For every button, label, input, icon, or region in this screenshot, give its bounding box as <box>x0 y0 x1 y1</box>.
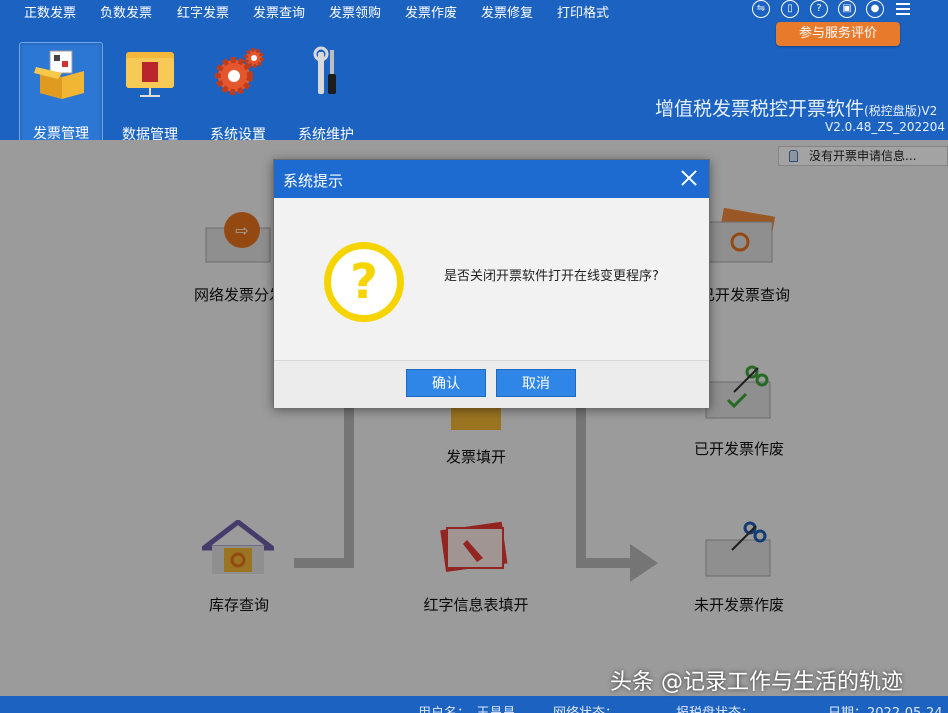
status-network: 网络状态： <box>553 702 618 713</box>
tool-invoice-management[interactable]: 发票管理 <box>19 42 103 148</box>
app-title: 增值税发票税控开票软件(税控盘版)V2 <box>655 98 938 120</box>
window-icons: ⇋ ▯ ? ▣ ● <box>748 0 948 20</box>
wrench-screwdriver-icon <box>313 46 336 94</box>
invoice-box-icon <box>34 50 84 99</box>
tool-system-settings[interactable]: 系统设置 <box>196 42 280 148</box>
tool-data-management[interactable]: 数据管理 <box>108 42 192 148</box>
service-evaluation-button[interactable]: 参与服务评价 <box>776 22 900 46</box>
menu-item-positive-invoice[interactable]: 正数发票 <box>24 2 76 21</box>
status-taxdisk: 报税盘状态： <box>676 702 754 713</box>
question-icon: ? <box>324 242 404 322</box>
menu-item-invoice-purchase[interactable]: 发票领购 <box>329 2 381 21</box>
menu-item-invoice-repair[interactable]: 发票修复 <box>481 2 533 21</box>
user-icon[interactable]: ● <box>866 0 884 18</box>
system-prompt-dialog: 系统提示 ? 是否关闭开票软件打开在线变更程序? 确认 取消 <box>273 159 710 408</box>
gear-icon <box>215 48 264 95</box>
lock-icon[interactable]: ▣ <box>838 0 856 18</box>
switch-icon[interactable]: ⇋ <box>752 0 770 18</box>
status-bar: 用户名： 王昌昌 网络状态： 报税盘状态： 日期：2022-05-24 <box>0 696 948 713</box>
menu-bar: 正数发票 负数发票 红字发票 发票查询 发票领购 发票作废 发票修复 打印格式 … <box>0 0 948 22</box>
phone-icon[interactable]: ▯ <box>781 0 799 18</box>
menu-item-invoice-void[interactable]: 发票作废 <box>405 2 457 21</box>
app-version: V2.0.48_ZS_202204 <box>825 120 946 134</box>
dialog-footer <box>274 360 709 408</box>
menu-item-print-format[interactable]: 打印格式 <box>557 2 609 21</box>
close-icon[interactable] <box>677 166 701 190</box>
status-date: 日期：2022-05-24 <box>828 702 943 713</box>
menu-item-red-invoice[interactable]: 红字发票 <box>177 2 229 21</box>
menu-item-negative-invoice[interactable]: 负数发票 <box>100 2 152 21</box>
status-user: 用户名： 王昌昌 <box>418 702 516 713</box>
folder-icon <box>126 52 174 97</box>
cancel-button[interactable]: 取消 <box>496 369 576 397</box>
menu-item-invoice-query[interactable]: 发票查询 <box>253 2 305 21</box>
tool-system-maintenance[interactable]: 系统维护 <box>284 42 368 148</box>
menu-icon[interactable] <box>896 3 910 15</box>
watermark-text: 头条 @记录工作与生活的轨迹 <box>610 670 903 695</box>
confirm-button[interactable]: 确认 <box>406 369 486 397</box>
dialog-body: ? 是否关闭开票软件打开在线变更程序? <box>274 198 709 360</box>
help-icon[interactable]: ? <box>810 0 828 18</box>
dialog-title: 系统提示 <box>283 172 344 190</box>
dialog-message: 是否关闭开票软件打开在线变更程序? <box>444 269 659 284</box>
